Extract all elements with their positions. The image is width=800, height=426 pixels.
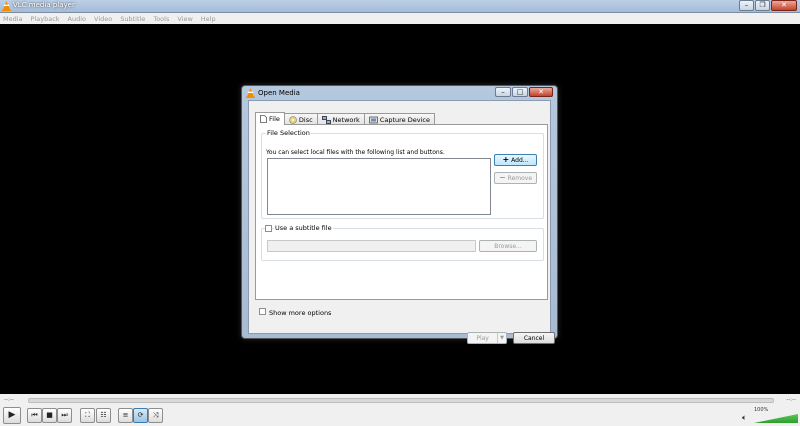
file-list[interactable]: [267, 158, 491, 215]
speaker-icon[interactable]: 🔈︎: [742, 413, 747, 423]
stop-icon[interactable]: ■: [42, 408, 57, 423]
play-icon[interactable]: ▶: [3, 407, 21, 424]
loop-icon[interactable]: ⟳: [133, 408, 148, 423]
menu-subtitle[interactable]: Subtitle: [120, 15, 145, 23]
tab-file-label: File: [269, 115, 280, 123]
capture-device-icon: [368, 116, 378, 123]
add-button[interactable]: + Add...: [494, 154, 537, 166]
browse-button-label: Browse...: [494, 242, 522, 250]
show-more-label: Show more options: [269, 309, 332, 317]
cancel-button-label: Cancel: [523, 334, 545, 342]
chevron-down-icon[interactable]: ▼: [497, 333, 506, 343]
menu-audio[interactable]: Audio: [68, 15, 86, 23]
dialog-title: Open Media: [258, 89, 300, 97]
fullscreen-icon[interactable]: ⛶: [80, 408, 95, 423]
vlc-cone-icon: [246, 88, 255, 98]
volume-slider[interactable]: [754, 414, 798, 423]
show-more-checkbox[interactable]: [259, 308, 266, 315]
volume-label: 100%: [754, 407, 769, 413]
remove-button[interactable]: − Remove: [494, 172, 537, 184]
maximize-icon[interactable]: ❐: [755, 0, 770, 11]
close-icon[interactable]: ✕: [771, 0, 797, 11]
menu-playback[interactable]: Playback: [31, 15, 60, 23]
cancel-button[interactable]: Cancel: [513, 332, 555, 344]
dialog-minimize-icon[interactable]: –: [495, 87, 511, 97]
plus-icon: +: [502, 155, 510, 164]
shuffle-icon[interactable]: ⤨: [148, 408, 163, 423]
disc-icon: [289, 115, 297, 124]
next-icon[interactable]: ⏭: [57, 408, 72, 423]
tab-file[interactable]: File: [255, 112, 285, 125]
subtitle-checkbox-label: Use a subtitle file: [274, 224, 333, 232]
browse-button[interactable]: Browse...: [479, 240, 537, 252]
dialog-close-icon[interactable]: ✕: [529, 87, 553, 97]
extended-settings-icon[interactable]: ☷: [96, 408, 111, 423]
elapsed-time: --:--: [4, 397, 14, 403]
subtitle-path-field[interactable]: [267, 240, 476, 252]
window-title: VLC media player: [13, 1, 75, 9]
file-tab-pane: File Selection You can select local file…: [255, 124, 548, 300]
minus-icon: −: [498, 173, 506, 182]
minimize-icon[interactable]: –: [739, 0, 754, 11]
tab-network-label: Network: [332, 115, 360, 124]
tab-capture-device-label: Capture Device: [379, 115, 430, 124]
menu-help[interactable]: Help: [201, 15, 216, 23]
seek-row: --:-- --:--: [0, 394, 800, 406]
vlc-cone-icon: [2, 1, 11, 11]
file-selection-group: File Selection You can select local file…: [261, 129, 544, 219]
remove-button-label: Remove: [507, 174, 533, 182]
menu-video[interactable]: Video: [94, 15, 112, 23]
controls-bar: ▶ ⏮ ■ ⏭ ⛶ ☷ ≡ ⟳ ⤨ 🔈︎ 100%: [0, 406, 800, 426]
main-titlebar[interactable]: VLC media player – ❐ ✕: [0, 0, 800, 13]
open-media-dialog: Open Media – □ ✕ File Disc Network Captu…: [241, 85, 558, 344]
tab-disc-label: Disc: [298, 115, 313, 124]
dialog-body: File Disc Network Capture Device File Se…: [248, 100, 555, 344]
menu-tools[interactable]: Tools: [153, 15, 169, 23]
add-button-label: Add...: [511, 156, 529, 164]
subtitle-group: Use a subtitle file Browse...: [261, 224, 544, 261]
remaining-time[interactable]: --:--: [786, 397, 796, 403]
play-button-label: Play: [476, 335, 489, 342]
file-selection-heading: File Selection: [266, 129, 311, 137]
subtitle-checkbox[interactable]: [265, 225, 272, 232]
menubar: Media Playback Audio Video Subtitle Tool…: [0, 13, 800, 24]
seek-slider[interactable]: [28, 398, 774, 403]
network-icon: [321, 115, 331, 124]
menu-media[interactable]: Media: [3, 15, 23, 23]
play-button[interactable]: Play ▼: [467, 332, 507, 344]
menu-view[interactable]: View: [177, 15, 192, 23]
dialog-maximize-icon[interactable]: □: [512, 87, 528, 97]
volume-fill: [754, 414, 798, 423]
file-icon: [260, 115, 267, 123]
file-selection-hint: You can select local files with the foll…: [266, 149, 445, 156]
previous-icon[interactable]: ⏮: [27, 408, 42, 423]
playlist-icon[interactable]: ≡: [118, 408, 133, 423]
